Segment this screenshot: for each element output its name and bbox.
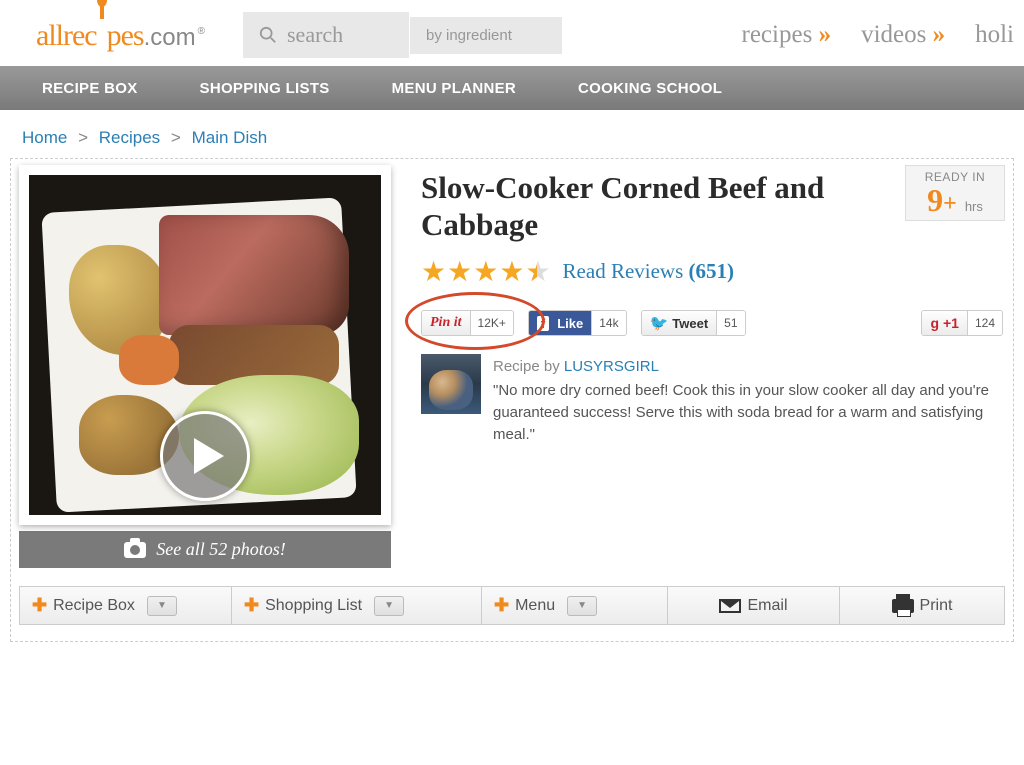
- facebook-icon: f: [537, 316, 549, 331]
- ready-in-label: READY IN: [906, 170, 1004, 184]
- see-all-photos-button[interactable]: See all 52 photos!: [19, 531, 391, 568]
- breadcrumb-main-dish[interactable]: Main Dish: [192, 128, 268, 147]
- twitter-icon: 🐦: [650, 314, 669, 332]
- dropdown-icon[interactable]: ▼: [147, 596, 177, 616]
- plus-icon: ✚: [244, 595, 259, 616]
- star-icon: ★: [447, 255, 472, 288]
- topnav-recipes[interactable]: recipes »: [742, 21, 832, 49]
- star-rating[interactable]: ★ ★ ★ ★ ★: [421, 255, 551, 288]
- spoon-icon: [97, 0, 107, 27]
- star-icon: ★: [473, 255, 498, 288]
- logo-tld: .com: [144, 24, 196, 52]
- tweet-count: 51: [716, 311, 744, 335]
- search-icon: [259, 26, 277, 44]
- email-button[interactable]: Email: [668, 587, 840, 624]
- play-video-button[interactable]: [160, 411, 250, 501]
- facebook-like-button[interactable]: fLike 14k: [528, 310, 627, 336]
- dropdown-icon[interactable]: ▼: [374, 596, 404, 616]
- nav-cooking-school[interactable]: COOKING SCHOOL: [578, 80, 722, 97]
- chevron-right-icon: »: [819, 21, 832, 48]
- nav-shopping-lists[interactable]: SHOPPING LISTS: [200, 80, 330, 97]
- plus-icon: ✚: [32, 595, 47, 616]
- logo-text-a: allrec: [36, 19, 97, 52]
- search-group: search by ingredient: [243, 12, 562, 58]
- breadcrumb-home[interactable]: Home: [22, 128, 67, 147]
- gplus-count: 124: [967, 311, 1002, 335]
- dropdown-icon[interactable]: ▼: [567, 596, 597, 616]
- logo-registered: ®: [198, 26, 205, 37]
- add-shopping-list-button[interactable]: ✚ Shopping List ▼: [232, 587, 482, 624]
- printer-icon: [892, 599, 914, 613]
- action-bar: ✚ Recipe Box ▼ ✚ Shopping List ▼ ✚ Menu …: [19, 586, 1005, 625]
- author-avatar[interactable]: [421, 354, 481, 414]
- recipe-photo-frame: [19, 165, 391, 525]
- logo[interactable]: allrec pes.com®: [36, 17, 203, 53]
- envelope-icon: [719, 599, 741, 613]
- recipe-by-label: Recipe by: [493, 358, 560, 375]
- breadcrumb-sep: >: [78, 128, 88, 147]
- gplus-icon: g: [930, 315, 939, 331]
- print-button[interactable]: Print: [840, 587, 1004, 624]
- topnav-videos[interactable]: videos »: [861, 21, 945, 49]
- search-input[interactable]: search: [243, 12, 409, 58]
- main-nav: RECIPE BOX SHOPPING LISTS MENU PLANNER C…: [0, 66, 1024, 110]
- pinit-count: 12K+: [470, 311, 513, 335]
- recipe-photo[interactable]: [29, 175, 381, 515]
- star-icon: ★: [499, 255, 524, 288]
- recipe-title: Slow-Cooker Corned Beef and Cabbage: [421, 165, 891, 243]
- topnav-holidays[interactable]: holi: [975, 21, 1014, 49]
- see-all-label: See all 52 photos!: [156, 539, 285, 560]
- author-link[interactable]: LUSYRSGIRL: [564, 358, 659, 375]
- tweet-button[interactable]: 🐦Tweet 51: [641, 310, 746, 336]
- search-placeholder: search: [287, 22, 343, 48]
- recipe-description: "No more dry corned beef! Cook this in y…: [493, 380, 1003, 445]
- like-count: 14k: [591, 311, 625, 335]
- add-recipe-box-button[interactable]: ✚ Recipe Box ▼: [20, 587, 232, 624]
- pinit-button[interactable]: Pin it 12K+: [421, 310, 514, 336]
- camera-icon: [124, 542, 146, 558]
- google-plus-button[interactable]: g+1 124: [921, 310, 1003, 336]
- plus-icon: ✚: [494, 595, 509, 616]
- read-reviews-link[interactable]: Read Reviews (651): [563, 259, 734, 284]
- breadcrumb-sep: >: [171, 128, 181, 147]
- logo-text-b: pes: [107, 19, 144, 52]
- nav-menu-planner[interactable]: MENU PLANNER: [392, 80, 516, 97]
- breadcrumb: Home > Recipes > Main Dish: [0, 110, 1024, 158]
- chevron-right-icon: »: [933, 21, 946, 48]
- add-menu-button[interactable]: ✚ Menu ▼: [482, 587, 668, 624]
- star-icon: ★: [421, 255, 446, 288]
- ready-in-box: READY IN 9+ hrs: [905, 165, 1005, 221]
- search-mode-select[interactable]: by ingredient: [410, 17, 562, 54]
- breadcrumb-recipes[interactable]: Recipes: [99, 128, 160, 147]
- nav-recipe-box[interactable]: RECIPE BOX: [42, 80, 138, 97]
- ready-in-value: 9+ hrs: [906, 184, 1004, 216]
- star-half-icon: ★: [525, 255, 550, 288]
